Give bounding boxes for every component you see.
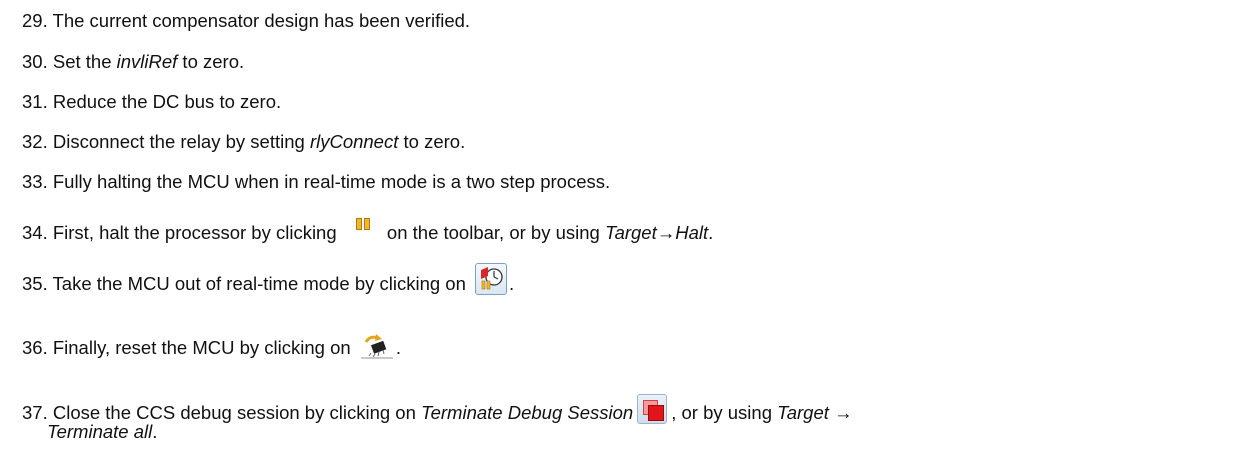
step-37: 37. Close the CCS debug session by click… bbox=[22, 394, 853, 424]
menu-path: Terminate all bbox=[47, 421, 153, 442]
step-number: 37. bbox=[22, 402, 48, 423]
step-text: . bbox=[395, 337, 401, 358]
step-text: Fully halting the MCU when in real-time … bbox=[52, 171, 611, 192]
step-number: 36. bbox=[22, 337, 48, 358]
step-33: 33. Fully halting the MCU when in real-t… bbox=[22, 171, 610, 193]
step-36: 36. Finally, reset the MCU by clicking o… bbox=[22, 333, 401, 359]
command-name: Terminate Debug Session bbox=[421, 402, 634, 423]
step-text: Set the bbox=[52, 51, 117, 72]
step-text: Close the CCS debug session by clicking … bbox=[52, 402, 421, 423]
step-text: Take the MCU out of real-time mode by cl… bbox=[52, 273, 472, 294]
step-number: 33. bbox=[22, 171, 48, 192]
step-34: 34. First, halt the processor by clickin… bbox=[22, 218, 713, 244]
step-number: 31. bbox=[22, 91, 48, 112]
step-text: Finally, reset the MCU by clicking on bbox=[52, 337, 356, 358]
step-number: 29. bbox=[22, 10, 48, 31]
variable-name: invliRef bbox=[116, 51, 178, 72]
step-32: 32. Disconnect the relay by setting rlyC… bbox=[22, 131, 465, 153]
menu-path: Target→Halt bbox=[604, 222, 709, 243]
step-number: 32. bbox=[22, 131, 48, 152]
step-text: The current compensator design has been … bbox=[52, 10, 471, 31]
step-37-continued: Terminate all. bbox=[47, 421, 158, 442]
terminate-debug-session-icon bbox=[637, 394, 668, 424]
step-text: , or by using bbox=[671, 402, 778, 423]
step-35: 35. Take the MCU out of real-time mode b… bbox=[22, 263, 514, 295]
step-number: 35. bbox=[22, 273, 48, 294]
step-29: 29. The current compensator design has b… bbox=[22, 10, 470, 32]
step-number: 34. bbox=[22, 222, 48, 243]
realtime-mode-icon bbox=[475, 263, 508, 295]
step-text: First, halt the processor by clicking bbox=[52, 222, 342, 243]
step-text: . bbox=[509, 273, 515, 294]
step-text: Reduce the DC bus to zero. bbox=[52, 91, 282, 112]
variable-name: rlyConnect bbox=[309, 131, 399, 152]
step-text: to zero. bbox=[398, 131, 466, 152]
step-31: 31. Reduce the DC bus to zero. bbox=[22, 91, 281, 113]
step-text: to zero. bbox=[177, 51, 245, 72]
pause-icon bbox=[348, 214, 376, 238]
step-number: 30. bbox=[22, 51, 48, 72]
step-30: 30. Set the invliRef to zero. bbox=[22, 51, 244, 73]
menu-path: Target → bbox=[777, 402, 853, 423]
step-text: Disconnect the relay by setting bbox=[52, 131, 310, 152]
cpu-reset-icon bbox=[360, 333, 394, 359]
step-text: on the toolbar, or by using bbox=[381, 222, 605, 243]
